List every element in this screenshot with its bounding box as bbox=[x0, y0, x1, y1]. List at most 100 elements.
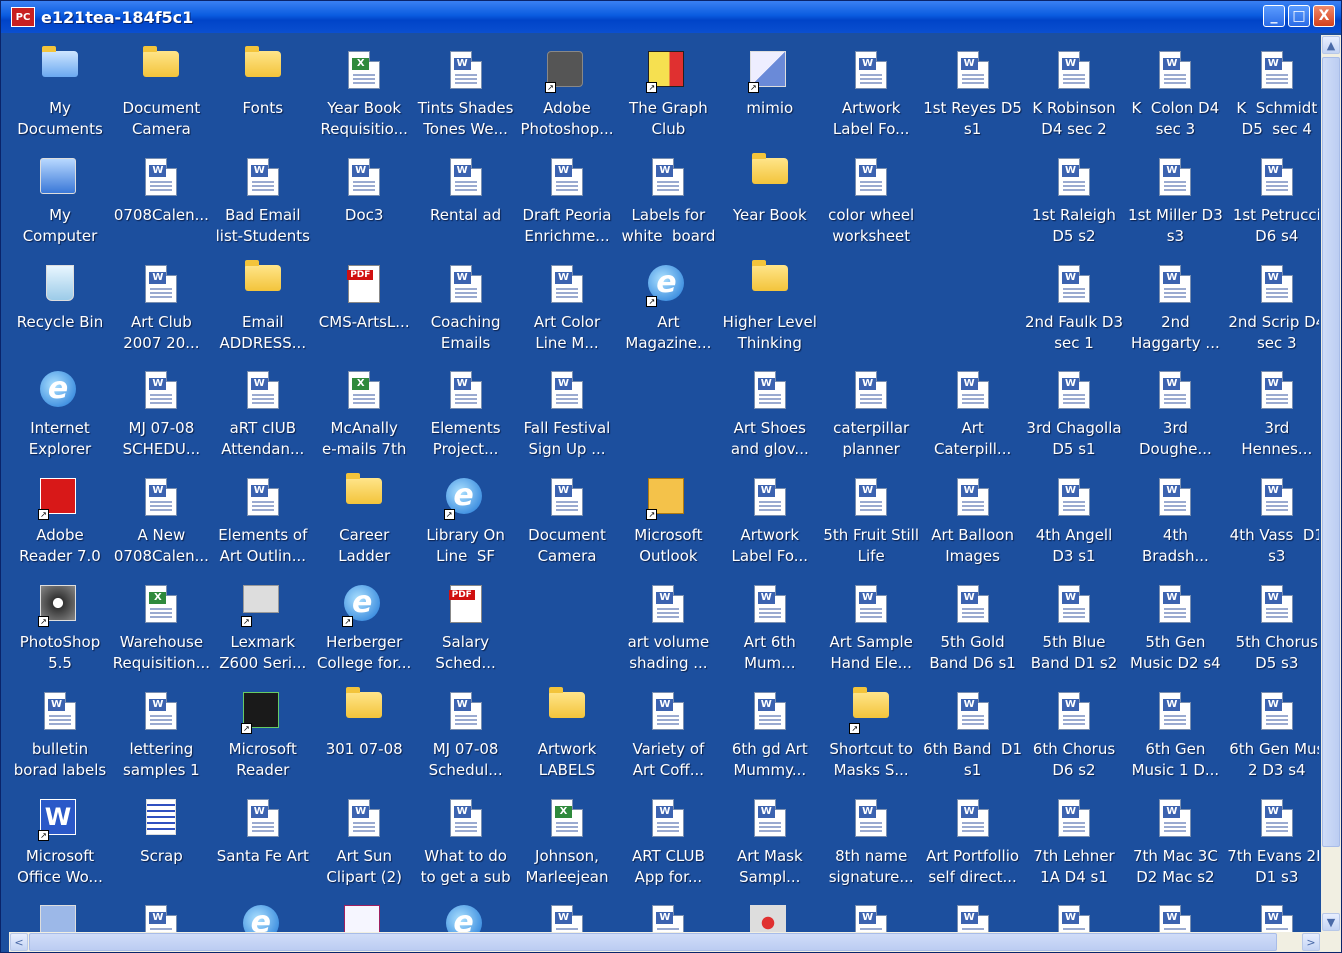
desktop-icon[interactable]: Wart volume shading ... bbox=[617, 577, 719, 677]
desktop-icon[interactable]: W 3rd Hennes... bbox=[1226, 363, 1319, 463]
desktop-icon[interactable]: W 3rd Chagolla D5 s1 bbox=[1023, 363, 1125, 463]
desktop-icon[interactable]: X Warehouse Requisition... bbox=[110, 577, 212, 677]
desktop-icon[interactable]: W Artwork Label Fo... bbox=[719, 470, 821, 570]
desktop-icon[interactable]: W Art Caterpill... bbox=[922, 363, 1024, 463]
desktop-icon[interactable]: W 8th name signature... bbox=[820, 791, 922, 891]
desktop-icon[interactable]: Wcolor wheel worksheet bbox=[820, 150, 922, 250]
desktop-icon[interactable]: W 6th Gen Music 1 D... bbox=[1124, 684, 1226, 784]
desktop-icon[interactable]: ↗ mimio bbox=[719, 43, 821, 143]
desktop-icon[interactable]: Recycle Bin bbox=[9, 257, 111, 357]
desktop-icon[interactable]: W 7th Lehner 1A D4 s1 bbox=[1023, 791, 1125, 891]
desktop-icon[interactable]: W Artwork Label Fo... bbox=[820, 43, 922, 143]
desktop-icon[interactable]: W 2nd Scrip D4 sec 3 bbox=[1226, 257, 1319, 357]
desktop-icon[interactable]: X Year Book Requisitio... bbox=[313, 43, 415, 143]
scroll-right-button[interactable]: > bbox=[1302, 933, 1320, 951]
desktop-icon[interactable]: Year Book bbox=[719, 150, 821, 250]
desktop-icon[interactable]: W A New 0708Calen... bbox=[110, 470, 212, 570]
desktop-icon[interactable]: WaRT cIUB Attendan... bbox=[212, 363, 314, 463]
desktop-icon[interactable]: W Coaching Emails bbox=[415, 257, 517, 357]
vertical-scrollbar[interactable]: ▲ ▼ bbox=[1321, 35, 1341, 932]
maximize-button[interactable]: □ bbox=[1288, 5, 1310, 27]
desktop-icon[interactable]: W 6th Chorus D6 s2 bbox=[1023, 684, 1125, 784]
desktop-icon[interactable]: W Santa Fe Art bbox=[212, 791, 314, 891]
desktop-icon[interactable]: W bbox=[922, 897, 1024, 932]
desktop-icon[interactable]: W 5th Gold Band D6 s1 bbox=[922, 577, 1024, 677]
desktop-icon[interactable]: Fonts bbox=[212, 43, 314, 143]
desktop-icon[interactable]: ↗ Adobe Reader 7.0 bbox=[9, 470, 111, 570]
desktop-icon[interactable]: W 1st Reyes D5 s1 bbox=[922, 43, 1024, 143]
desktop-icon[interactable]: ↗ Lexmark Z600 Seri... bbox=[212, 577, 314, 677]
desktop-icon[interactable]: W MJ 07-08 Schedul... bbox=[415, 684, 517, 784]
desktop-icon[interactable]: W Doc3 bbox=[313, 150, 415, 250]
desktop-icon[interactable]: W Art Color Line M... bbox=[516, 257, 618, 357]
desktop-icon[interactable]: Career Ladder bbox=[313, 470, 415, 570]
desktop-icon[interactable]: Scrap bbox=[110, 791, 212, 891]
desktop-icon[interactable]: W Art Club 2007 20... bbox=[110, 257, 212, 357]
desktop-icon[interactable] bbox=[719, 897, 821, 932]
desktop-icon[interactable]: W 7th Mac 3C D2 Mac s2 bbox=[1124, 791, 1226, 891]
desktop-icon[interactable]: Artwork LABELS bbox=[516, 684, 618, 784]
desktop-icon[interactable]: W Rental ad bbox=[415, 150, 517, 250]
minimize-button[interactable]: _ bbox=[1263, 5, 1285, 27]
desktop-icon[interactable] bbox=[313, 897, 415, 932]
desktop-icon[interactable]: W Elements of Art Outlin... bbox=[212, 470, 314, 570]
desktop-icon[interactable]: W Labels for white board bbox=[617, 150, 719, 250]
app-icon[interactable]: PC bbox=[11, 7, 35, 27]
scroll-down-button[interactable]: ▼ bbox=[1322, 913, 1340, 931]
desktop-icon[interactable]: W Document Camera bbox=[516, 470, 618, 570]
desktop-icon[interactable]: W 0708Calen... bbox=[110, 150, 212, 250]
desktop-icon[interactable]: W 5th Gen Music D2 s4 bbox=[1124, 577, 1226, 677]
desktop-icon[interactable]: W 4th Vass D1 s3 bbox=[1226, 470, 1319, 570]
desktop-icon[interactable]: W 2nd Haggarty ... bbox=[1124, 257, 1226, 357]
desktop-icon[interactable]: ↗ Microsoft Outlook bbox=[617, 470, 719, 570]
title-bar[interactable]: PC e121tea-184f5c1 _ □ X bbox=[1, 1, 1341, 33]
desktop-icon[interactable]: ↗ Microsoft Reader bbox=[212, 684, 314, 784]
resize-grip[interactable] bbox=[1321, 932, 1341, 952]
desktop-icon[interactable]: e bbox=[415, 897, 517, 932]
icon-view[interactable]: My Documents Document Camera Fonts X Year Bo… bbox=[9, 35, 1319, 932]
desktop-icon[interactable]: X McAnally e-mails 7th bbox=[313, 363, 415, 463]
desktop-icon[interactable]: W Art Sun Clipart (2) bbox=[313, 791, 415, 891]
desktop-icon[interactable]: W 2nd Faulk D3 sec 1 bbox=[1023, 257, 1125, 357]
desktop-icon[interactable]: W 5th Fruit Still Life bbox=[820, 470, 922, 570]
desktop-icon[interactable]: W Fall Festival Sign Up ... bbox=[516, 363, 618, 463]
desktop-icon[interactable]: e bbox=[212, 897, 314, 932]
desktop-icon[interactable]: Document Camera bbox=[110, 43, 212, 143]
desktop-icon[interactable]: 301 07-08 bbox=[313, 684, 415, 784]
desktop-icon[interactable]: W 6th Gen Mus 2 D3 s4 bbox=[1226, 684, 1319, 784]
desktop-icon[interactable]: ↗ Adobe Photoshop... bbox=[516, 43, 618, 143]
desktop-icon[interactable]: W Draft Peoria Enrichme... bbox=[516, 150, 618, 250]
desktop-icon[interactable]: W 3rd Doughe... bbox=[1124, 363, 1226, 463]
desktop-icon[interactable]: W K Colon D4 sec 3 bbox=[1124, 43, 1226, 143]
desktop-icon[interactable]: ↗ The Graph Club bbox=[617, 43, 719, 143]
vertical-scroll-thumb[interactable] bbox=[1322, 57, 1340, 847]
desktop-icon[interactable]: W MJ 07-08 SCHEDU... bbox=[110, 363, 212, 463]
desktop-icon[interactable]: W K Schmidt D5 sec 4 bbox=[1226, 43, 1319, 143]
desktop-icon[interactable]: Higher Level Thinking bbox=[719, 257, 821, 357]
desktop-icon[interactable]: W Bad Email list-Students bbox=[212, 150, 314, 250]
desktop-icon[interactable]: Email ADDRESS... bbox=[212, 257, 314, 357]
desktop-icon[interactable]: W bbox=[1124, 897, 1226, 932]
desktop-icon[interactable]: W 6th gd Art Mummy... bbox=[719, 684, 821, 784]
desktop-icon[interactable]: W 7th Evans 2B D1 s3 bbox=[1226, 791, 1319, 891]
desktop-icon[interactable]: W bbox=[516, 897, 618, 932]
desktop-icon[interactable]: W ↗ Microsoft Office Wo... bbox=[9, 791, 111, 891]
desktop-icon[interactable]: PDF Salary Sched... bbox=[415, 577, 517, 677]
desktop-icon[interactable]: W Art Mask Sampl... bbox=[719, 791, 821, 891]
desktop-icon[interactable]: My Documents bbox=[9, 43, 111, 143]
desktop-icon[interactable]: e ↗ Library On Line SF bbox=[415, 470, 517, 570]
desktop-icon[interactable]: W Art Balloon Images bbox=[922, 470, 1024, 570]
desktop-icon[interactable]: W bbox=[820, 897, 922, 932]
horizontal-scrollbar[interactable]: < > bbox=[9, 932, 1321, 952]
desktop-icon[interactable]: Wcaterpillar planner bbox=[820, 363, 922, 463]
desktop-icon[interactable]: W ART CLUB App for... bbox=[617, 791, 719, 891]
desktop-icon[interactable]: My Computer bbox=[9, 150, 111, 250]
desktop-icon[interactable]: W Art Sample Hand Ele... bbox=[820, 577, 922, 677]
scroll-left-button[interactable]: < bbox=[10, 933, 28, 951]
desktop-icon[interactable]: W bbox=[110, 897, 212, 932]
desktop-icon[interactable]: e Internet Explorer bbox=[9, 363, 111, 463]
desktop-icon[interactable]: W K Robinson D4 sec 2 bbox=[1023, 43, 1125, 143]
desktop-icon[interactable]: X Johnson, Marleejean bbox=[516, 791, 618, 891]
desktop-icon[interactable]: e ↗ Art Magazine... bbox=[617, 257, 719, 357]
scroll-up-button[interactable]: ▲ bbox=[1322, 36, 1340, 54]
